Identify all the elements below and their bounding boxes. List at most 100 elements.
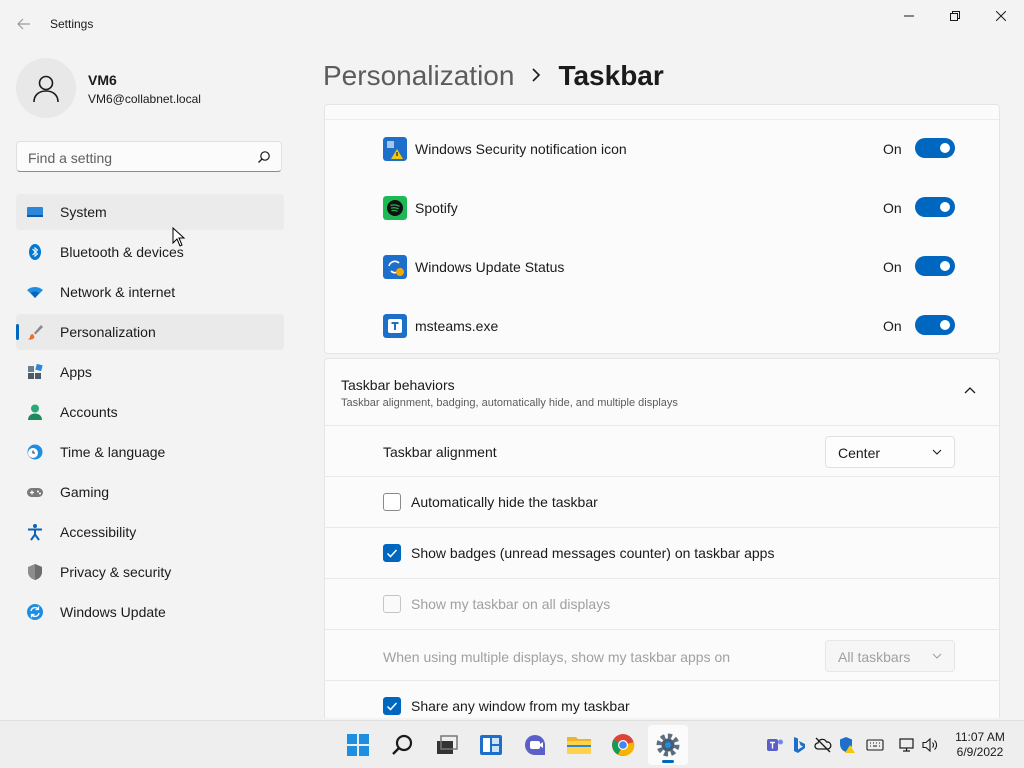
chevron-right-icon: [530, 65, 542, 88]
taskbar-behaviors-header[interactable]: Taskbar behaviors Taskbar alignment, bad…: [325, 359, 999, 425]
taskbar-behaviors-card: Taskbar behaviors Taskbar alignment, bad…: [324, 358, 1000, 718]
volume-icon[interactable]: [921, 736, 939, 754]
network-wired-icon[interactable]: [898, 736, 916, 754]
sidebar-item-label: Time & language: [60, 444, 166, 460]
sidebar-item-windows-update[interactable]: Windows Update: [16, 594, 284, 630]
file-explorer-button[interactable]: [565, 731, 593, 759]
badges-row: Show badges (unread messages counter) on…: [325, 527, 999, 579]
shield-icon: [28, 564, 42, 580]
keyboard-icon[interactable]: [866, 736, 884, 754]
sidebar-item-gaming[interactable]: Gaming: [16, 474, 284, 510]
windows-security-toggle[interactable]: [915, 138, 955, 158]
search-box[interactable]: [16, 141, 282, 172]
sidebar-item-label: Accounts: [60, 404, 118, 420]
sidebar-item-time-language[interactable]: Time & language: [16, 434, 284, 470]
taskbar-search-button[interactable]: [389, 731, 417, 759]
person-icon: [28, 404, 42, 420]
tray-row-msteams: msteams.exe On: [325, 296, 999, 355]
windows-security-tray-icon[interactable]: [838, 736, 856, 754]
sidebar-item-personalization[interactable]: Personalization: [16, 314, 284, 350]
teams-chat-icon: [525, 735, 545, 755]
minimize-icon: [904, 15, 914, 17]
windows-update-status-icon: [383, 255, 407, 279]
checkbox-label[interactable]: Share any window from my taskbar: [411, 698, 630, 714]
spotify-toggle[interactable]: [915, 197, 955, 217]
toggle-state-text: On: [883, 200, 902, 216]
bing-tray-icon[interactable]: [790, 736, 808, 754]
checkbox-label[interactable]: Show badges (unread messages counter) on…: [411, 545, 774, 561]
row-label: Taskbar alignment: [383, 444, 497, 460]
sidebar-item-label: System: [60, 204, 107, 220]
section-title: Taskbar behaviors: [341, 377, 455, 393]
app-label: Windows Update Status: [415, 259, 565, 275]
windows-update-status-toggle[interactable]: [915, 256, 955, 276]
sidebar-item-privacy-security[interactable]: Privacy & security: [16, 554, 284, 590]
close-icon: [996, 11, 1006, 21]
app-title: Settings: [50, 17, 94, 31]
sidebar-item-label: Apps: [60, 364, 92, 380]
teams-tray-icon[interactable]: [766, 736, 784, 754]
back-button[interactable]: [10, 10, 38, 38]
clock-time: 11:07 AM: [955, 730, 1005, 744]
sidebar-item-accessibility[interactable]: Accessibility: [16, 514, 284, 550]
msteams-toggle[interactable]: [915, 315, 955, 335]
taskbar-alignment-row: Taskbar alignment Center: [325, 425, 999, 477]
sidebar-item-accounts[interactable]: Accounts: [16, 394, 284, 430]
wifi-icon: [27, 287, 43, 298]
search-icon[interactable]: [257, 150, 271, 164]
selection-indicator: [16, 324, 19, 340]
sidebar-nav: System Bluetooth & devices Network & int…: [16, 194, 284, 634]
settings-taskbar-button[interactable]: [654, 731, 682, 759]
multi-display-dropdown: All taskbars: [825, 640, 955, 672]
app-label: msteams.exe: [415, 318, 499, 334]
app-label: Windows Security notification icon: [415, 141, 627, 157]
search-input[interactable]: [26, 148, 250, 168]
widgets-icon: [480, 735, 502, 755]
accessibility-icon: [28, 524, 42, 541]
sidebar-item-bluetooth-devices[interactable]: Bluetooth & devices: [16, 234, 284, 270]
user-email: VM6@collabnet.local: [88, 92, 201, 106]
windows-logo-icon: [347, 734, 369, 756]
start-button[interactable]: [344, 731, 372, 759]
row-label: When using multiple displays, show my ta…: [383, 649, 731, 665]
clock-globe-icon: [27, 444, 43, 460]
tray-row-spotify: Spotify On: [325, 178, 999, 237]
tray-icons-card: Windows Security notification icon On Sp…: [324, 104, 1000, 354]
windows-security-icon: [383, 137, 407, 161]
task-view-icon: [437, 735, 458, 754]
teams-chat-button[interactable]: [521, 731, 549, 759]
user-name: VM6: [88, 72, 117, 88]
dropdown-value: Center: [838, 445, 881, 461]
auto-hide-checkbox[interactable]: [383, 493, 401, 511]
sidebar-item-network-internet[interactable]: Network & internet: [16, 274, 284, 310]
checkmark-icon: [386, 549, 398, 558]
breadcrumb: Personalization Taskbar: [323, 58, 664, 94]
task-view-button[interactable]: [433, 731, 461, 759]
system-clock[interactable]: 11:07 AM 6/9/2022: [946, 730, 1014, 760]
gear-icon: [656, 733, 680, 757]
checkbox-label[interactable]: Automatically hide the taskbar: [411, 494, 598, 510]
title-bar: Settings: [0, 0, 1024, 48]
badges-checkbox[interactable]: [383, 544, 401, 562]
share-window-checkbox[interactable]: [383, 697, 401, 715]
onedrive-offline-icon[interactable]: [814, 736, 832, 754]
sidebar-item-system[interactable]: System: [16, 194, 284, 230]
restore-icon: [950, 11, 960, 21]
close-button[interactable]: [978, 0, 1024, 32]
minimize-button[interactable]: [886, 0, 932, 32]
breadcrumb-parent[interactable]: Personalization: [323, 60, 514, 92]
bluetooth-icon: [29, 244, 41, 260]
tray-row-windows-update-status: Windows Update Status On: [325, 237, 999, 296]
content-pane[interactable]: Windows Security notification icon On Sp…: [324, 104, 1000, 718]
widgets-button[interactable]: [477, 731, 505, 759]
all-displays-row: Show my taskbar on all displays: [325, 578, 999, 630]
chevron-up-icon[interactable]: [963, 383, 977, 397]
sidebar-item-label: Accessibility: [60, 524, 137, 540]
maximize-button[interactable]: [932, 0, 978, 32]
taskbar-alignment-dropdown[interactable]: Center: [825, 436, 955, 468]
sidebar-item-apps[interactable]: Apps: [16, 354, 284, 390]
user-profile[interactable]: VM6 VM6@collabnet.local: [16, 58, 306, 118]
chrome-button[interactable]: [609, 731, 637, 759]
sidebar-item-label: Bluetooth & devices: [60, 244, 184, 260]
toggle-state-text: On: [883, 259, 902, 275]
